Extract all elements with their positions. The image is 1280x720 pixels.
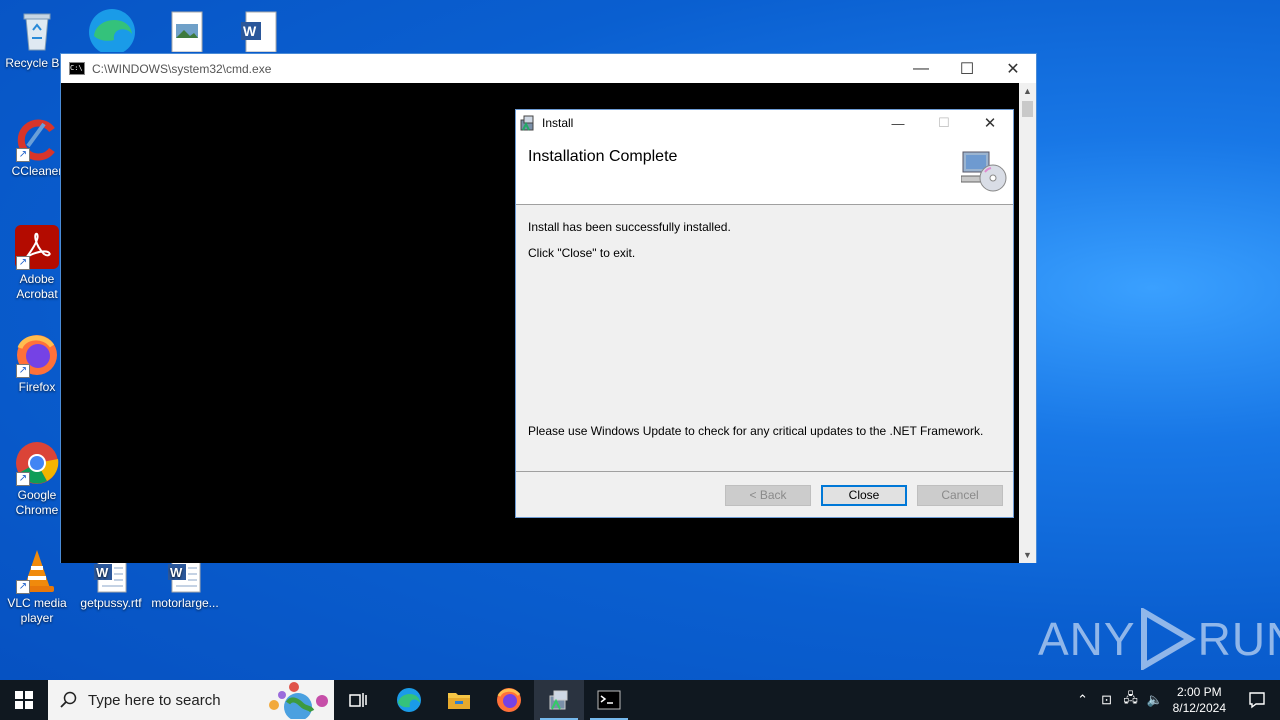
folder-icon bbox=[448, 693, 470, 709]
minimize-icon: — bbox=[891, 115, 905, 131]
search-highlight-icon bbox=[269, 682, 328, 719]
close-window-button[interactable]: ✕ bbox=[990, 54, 1036, 83]
dialog-close-button[interactable]: ✕ bbox=[967, 110, 1013, 136]
desktop-icon-image-file[interactable] bbox=[170, 10, 204, 53]
svg-text:W: W bbox=[243, 23, 257, 39]
notification-icon bbox=[1249, 692, 1265, 709]
dialog-title: Install bbox=[542, 116, 574, 130]
cmd-icon bbox=[597, 690, 621, 710]
svg-text:W: W bbox=[96, 565, 109, 580]
shortcut-arrow-icon: ↗ bbox=[16, 472, 30, 486]
taskbar-cmd[interactable] bbox=[584, 680, 634, 720]
taskbar-firefox[interactable] bbox=[484, 680, 534, 720]
minimize-button[interactable]: — bbox=[898, 54, 944, 83]
update-notice: Please use Windows Update to check for a… bbox=[528, 424, 984, 438]
search-placeholder: Type here to search bbox=[88, 691, 221, 709]
dialog-header: Installation Complete bbox=[516, 136, 1013, 205]
anyrun-watermark: ANY RUN bbox=[1038, 608, 1280, 670]
desktop-icon-label: getpussy.rtf bbox=[80, 596, 142, 610]
adobe-acrobat-icon: ↗ bbox=[14, 224, 60, 270]
desktop-icon-label: motorlarge... bbox=[151, 596, 219, 610]
start-button[interactable] bbox=[0, 680, 48, 720]
installer-icon bbox=[520, 115, 534, 131]
task-view-button[interactable] bbox=[334, 680, 384, 720]
play-logo-icon bbox=[1140, 608, 1196, 670]
taskbar-installer[interactable] bbox=[534, 680, 584, 720]
shortcut-arrow-icon: ↗ bbox=[16, 256, 30, 270]
recycle-bin-icon bbox=[14, 8, 60, 54]
shortcut-arrow-icon: ↗ bbox=[16, 580, 30, 594]
exit-instruction: Click "Close" to exit. bbox=[528, 246, 636, 260]
scroll-up-icon[interactable]: ▲ bbox=[1019, 83, 1036, 99]
taskbar-edge[interactable] bbox=[384, 680, 434, 720]
cmd-titlebar[interactable]: C:\ C:\WINDOWS\system32\cmd.exe — ☐ ✕ bbox=[61, 54, 1036, 83]
windows-logo-icon bbox=[15, 691, 33, 709]
close-icon: ✕ bbox=[983, 115, 997, 132]
chevron-up-icon[interactable]: ⌃ bbox=[1071, 692, 1095, 708]
maximize-icon: ☐ bbox=[959, 60, 975, 78]
vlc-icon: ↗ bbox=[14, 548, 60, 594]
divider bbox=[516, 471, 1013, 472]
ccleaner-icon: ↗ bbox=[14, 116, 60, 162]
taskbar-search-box[interactable]: Type here to search bbox=[48, 680, 334, 720]
dialog-maximize-button: ☐ bbox=[921, 110, 967, 136]
network-status-icon[interactable]: ⊡ bbox=[1095, 692, 1119, 708]
taskbar-file-explorer[interactable] bbox=[434, 680, 484, 720]
installer-icon bbox=[549, 690, 568, 710]
dialog-minimize-button[interactable]: — bbox=[875, 110, 921, 136]
watermark-left: ANY bbox=[1038, 613, 1136, 665]
close-icon: ✕ bbox=[1006, 60, 1020, 78]
shortcut-arrow-icon: ↗ bbox=[16, 148, 30, 162]
minimize-icon: — bbox=[913, 59, 929, 77]
desktop-icon-word-doc-top[interactable]: W bbox=[240, 10, 280, 53]
taskbar-clock[interactable]: 2:00 PM 8/12/2024 bbox=[1173, 684, 1226, 716]
word-document-icon: W bbox=[241, 11, 277, 53]
chrome-icon: ↗ bbox=[14, 440, 60, 486]
volume-icon[interactable]: 🔈 bbox=[1143, 692, 1167, 708]
firefox-icon bbox=[497, 688, 521, 712]
firefox-icon: ↗ bbox=[14, 332, 60, 378]
maximize-icon: ☐ bbox=[938, 115, 950, 130]
desktop-icon-edge[interactable] bbox=[86, 6, 136, 55]
desktop-icon-motorlarge[interactable]: W motorlarge... bbox=[148, 556, 222, 611]
maximize-button[interactable]: ☐ bbox=[944, 54, 990, 83]
taskbar: Type here to search ⌃ ⊡ 🖧 🔈 2:00 PM 8/12… bbox=[0, 680, 1280, 720]
search-icon bbox=[60, 691, 77, 708]
system-tray: ⌃ ⊡ 🖧 🔈 2:00 PM 8/12/2024 bbox=[1071, 680, 1280, 720]
scroll-thumb[interactable] bbox=[1022, 101, 1033, 117]
computer-cd-icon bbox=[961, 151, 1007, 192]
cmd-window-title: C:\WINDOWS\system32\cmd.exe bbox=[92, 61, 272, 76]
back-button: < Back bbox=[725, 485, 811, 506]
shortcut-arrow-icon: ↗ bbox=[16, 364, 30, 378]
edge-icon bbox=[89, 9, 135, 55]
desktop-icon-label: VLC media player bbox=[7, 596, 67, 625]
clock-time: 2:00 PM bbox=[1176, 685, 1222, 699]
dialog-titlebar[interactable]: Install — ☐ ✕ bbox=[516, 110, 1013, 136]
network-icon[interactable]: 🖧 bbox=[1119, 689, 1143, 711]
scroll-down-icon[interactable]: ▼ bbox=[1019, 547, 1036, 563]
task-view-icon bbox=[349, 693, 367, 707]
success-message: Install has been successfully installed. bbox=[528, 220, 731, 234]
image-file-icon bbox=[171, 11, 203, 53]
cmd-icon: C:\ bbox=[69, 62, 85, 75]
install-dialog[interactable]: Install — ☐ ✕ Installation Complete Inst… bbox=[515, 109, 1014, 518]
cancel-button: Cancel bbox=[917, 485, 1003, 506]
dialog-heading: Installation Complete bbox=[528, 148, 678, 165]
vertical-scrollbar[interactable]: ▲ ▼ bbox=[1019, 83, 1036, 563]
desktop-icon-getpussy-rtf[interactable]: W getpussy.rtf bbox=[74, 556, 148, 611]
watermark-right: RUN bbox=[1197, 613, 1280, 665]
clock-date: 8/12/2024 bbox=[1172, 701, 1226, 715]
action-center-button[interactable] bbox=[1234, 680, 1280, 720]
close-button[interactable]: Close bbox=[821, 485, 907, 506]
svg-text:W: W bbox=[170, 565, 183, 580]
edge-icon bbox=[397, 688, 421, 712]
